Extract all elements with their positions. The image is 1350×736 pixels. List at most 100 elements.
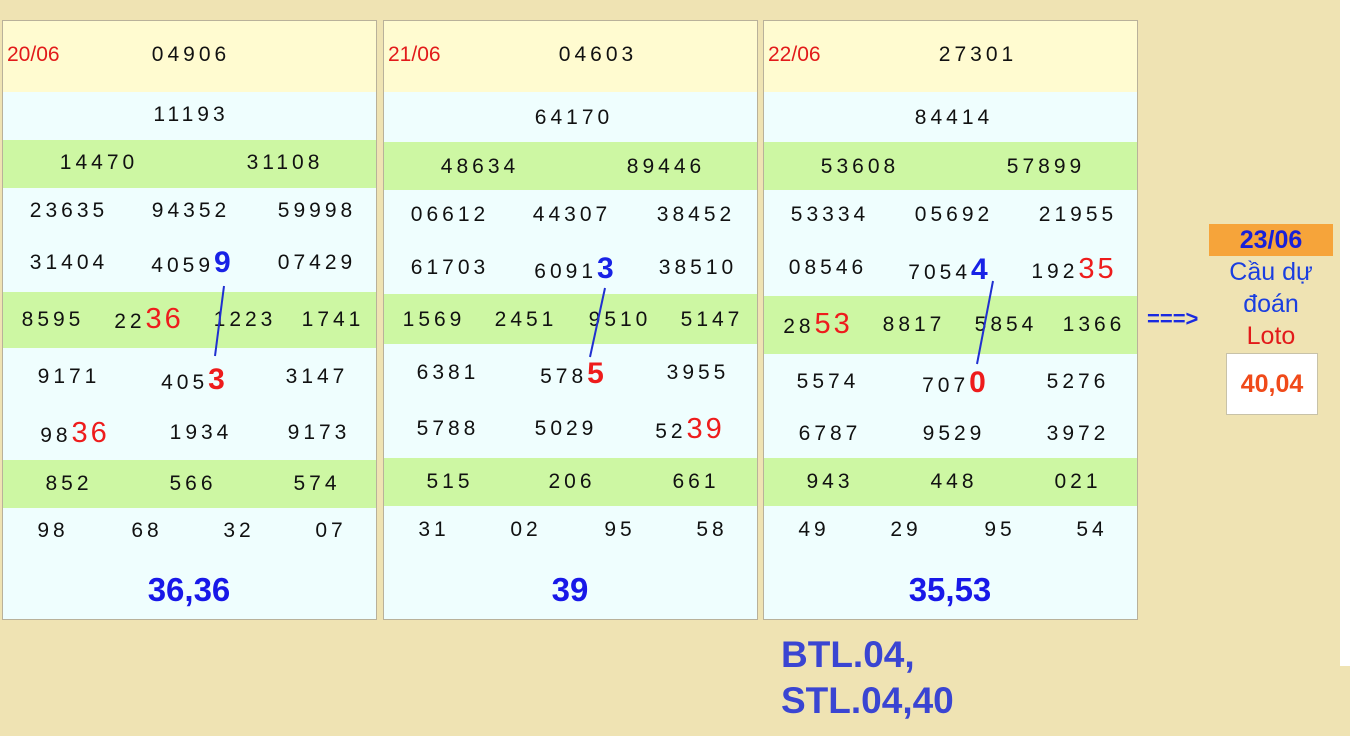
prize-number: 3955 — [666, 361, 730, 384]
special-prize: 04906 — [151, 43, 231, 66]
prize-number: 21955 — [1038, 203, 1118, 226]
second-prize-row: 53608 57899 — [764, 142, 1137, 190]
prediction-label-line2: đoán — [1243, 290, 1299, 318]
prize-number: 49 — [798, 518, 830, 541]
sixth-prize-row: 943 448 021 — [764, 458, 1137, 506]
prize-number: 57899 — [1006, 155, 1086, 178]
third-prize-row-a: 06612 44307 38452 — [384, 190, 757, 240]
pair-digits: 36 — [71, 417, 110, 449]
result-column-22-06: 22/06 27301 84414 53608 57899 53334 0569… — [763, 20, 1138, 620]
prize-number: 2451 — [494, 308, 558, 331]
prize-number: 98 — [37, 519, 69, 542]
fourth-prize-row: 8595 2236 1223 1741 — [3, 292, 376, 348]
pair-digits: 36 — [145, 303, 184, 335]
prize-number: 44307 — [532, 203, 612, 226]
prize-number: 3972 — [1046, 422, 1110, 445]
prize-number: 566 — [169, 472, 217, 495]
special-prize: 04603 — [558, 43, 638, 66]
column-date: 20/06 — [7, 43, 60, 66]
prize-number-highlight: 70544 — [908, 253, 988, 286]
prize-number: 02 — [510, 518, 542, 541]
prize-number: 14470 — [59, 151, 139, 174]
pair-digits: 35 — [1078, 253, 1117, 285]
prize-number: 5788 — [416, 417, 480, 440]
prize-number-highlight: 7070 — [922, 366, 986, 399]
second-prize-row: 14470 31108 — [3, 140, 376, 188]
highlight-digit: 3 — [597, 252, 614, 285]
fifth-prize-row-b: 9836 1934 9173 — [3, 404, 376, 460]
column-total: 35,53 — [908, 571, 992, 608]
prize-number: 9171 — [37, 365, 101, 388]
first-prize-row: 84414 — [764, 92, 1137, 142]
prediction-date: 23/06 — [1209, 224, 1333, 256]
prediction-value: 40,04 — [1226, 353, 1318, 415]
prediction-label-line1: Cầu dự — [1229, 258, 1313, 286]
highlight-digit: 0 — [969, 366, 986, 399]
prize-number: 1223 — [213, 308, 277, 331]
second-prize-row: 48634 89446 — [384, 142, 757, 190]
prize-number: 31108 — [246, 151, 324, 174]
prize-number: 58 — [696, 518, 728, 541]
prize-number: 32 — [223, 519, 255, 542]
column-date: 22/06 — [768, 43, 821, 66]
prize-number: 07 — [315, 519, 347, 542]
prize-number: 5574 — [796, 370, 860, 393]
prize-number-highlight: 5785 — [540, 357, 604, 390]
sixth-prize-row: 515 206 661 — [384, 458, 757, 506]
prize-number: 5147 — [680, 308, 744, 331]
prize-number: 54 — [1076, 518, 1108, 541]
prize-number: 38510 — [658, 256, 738, 279]
pair-digits: 53 — [814, 308, 853, 340]
highlight-digit: 9 — [214, 246, 231, 279]
prize-number: 515 — [426, 470, 474, 493]
prize-number: 06612 — [410, 203, 490, 226]
prize-number: 5854 — [974, 313, 1038, 336]
prize-number: 021 — [1054, 470, 1102, 493]
prize-number: 07429 — [277, 251, 357, 274]
prize-number: 8595 — [21, 308, 85, 331]
prize-number: 05692 — [914, 203, 994, 226]
prize-number: 95 — [984, 518, 1016, 541]
stl-line: STL.04,40 — [781, 680, 954, 721]
column-date: 21/06 — [388, 43, 441, 66]
prize-number-highlight: 4053 — [161, 363, 225, 396]
column-total: 39 — [551, 571, 589, 608]
fourth-prize-row: 2853 8817 5854 1366 — [764, 296, 1137, 354]
prize-number: 1366 — [1062, 313, 1126, 336]
third-prize-row-b: 08546 70544 19235 — [764, 240, 1137, 296]
prize-number-highlight: 60913 — [534, 252, 614, 285]
prize-number: 95 — [604, 518, 636, 541]
header-row: 20/06 04906 — [3, 21, 376, 92]
first-prize: 11193 — [153, 103, 229, 126]
prize-number-pair: 9836 — [40, 417, 110, 449]
prize-number: 9529 — [922, 422, 986, 445]
fifth-prize-row-b: 6787 9529 3972 — [764, 410, 1137, 458]
prize-number: 574 — [293, 472, 341, 495]
prize-number: 29 — [890, 518, 922, 541]
result-column-21-06: 21/06 04603 64170 48634 89446 06612 4430… — [383, 20, 758, 620]
prize-number: 206 — [548, 470, 596, 493]
prize-number: 1741 — [301, 308, 365, 331]
arrow-indicator: ===> — [1147, 306, 1199, 331]
highlight-digit: 5 — [587, 357, 604, 390]
third-prize-row-b: 31404 40599 07429 — [3, 236, 376, 292]
prize-number: 53608 — [820, 155, 900, 178]
prize-number: 23635 — [29, 199, 109, 222]
third-prize-row-a: 53334 05692 21955 — [764, 190, 1137, 240]
fifth-prize-row-b: 5788 5029 5239 — [384, 400, 757, 456]
prize-number: 5029 — [534, 417, 598, 440]
prize-number-pair: 2853 — [783, 308, 853, 340]
fourth-prize-row: 1569 2451 9510 5147 — [384, 294, 757, 344]
header-row: 22/06 27301 — [764, 21, 1137, 92]
prize-number: 852 — [45, 472, 93, 495]
prize-number: 61703 — [410, 256, 490, 279]
fifth-prize-row-a: 5574 7070 5276 — [764, 354, 1137, 410]
first-prize-row: 11193 — [3, 92, 376, 140]
prize-number: 9510 — [588, 308, 652, 331]
seventh-prize-row: 31 02 95 58 — [384, 506, 757, 554]
prize-number: 38452 — [656, 203, 736, 226]
first-prize: 64170 — [534, 106, 614, 129]
prize-number: 943 — [806, 470, 854, 493]
prize-number: 8817 — [882, 313, 946, 336]
header-row: 21/06 04603 — [384, 21, 757, 92]
